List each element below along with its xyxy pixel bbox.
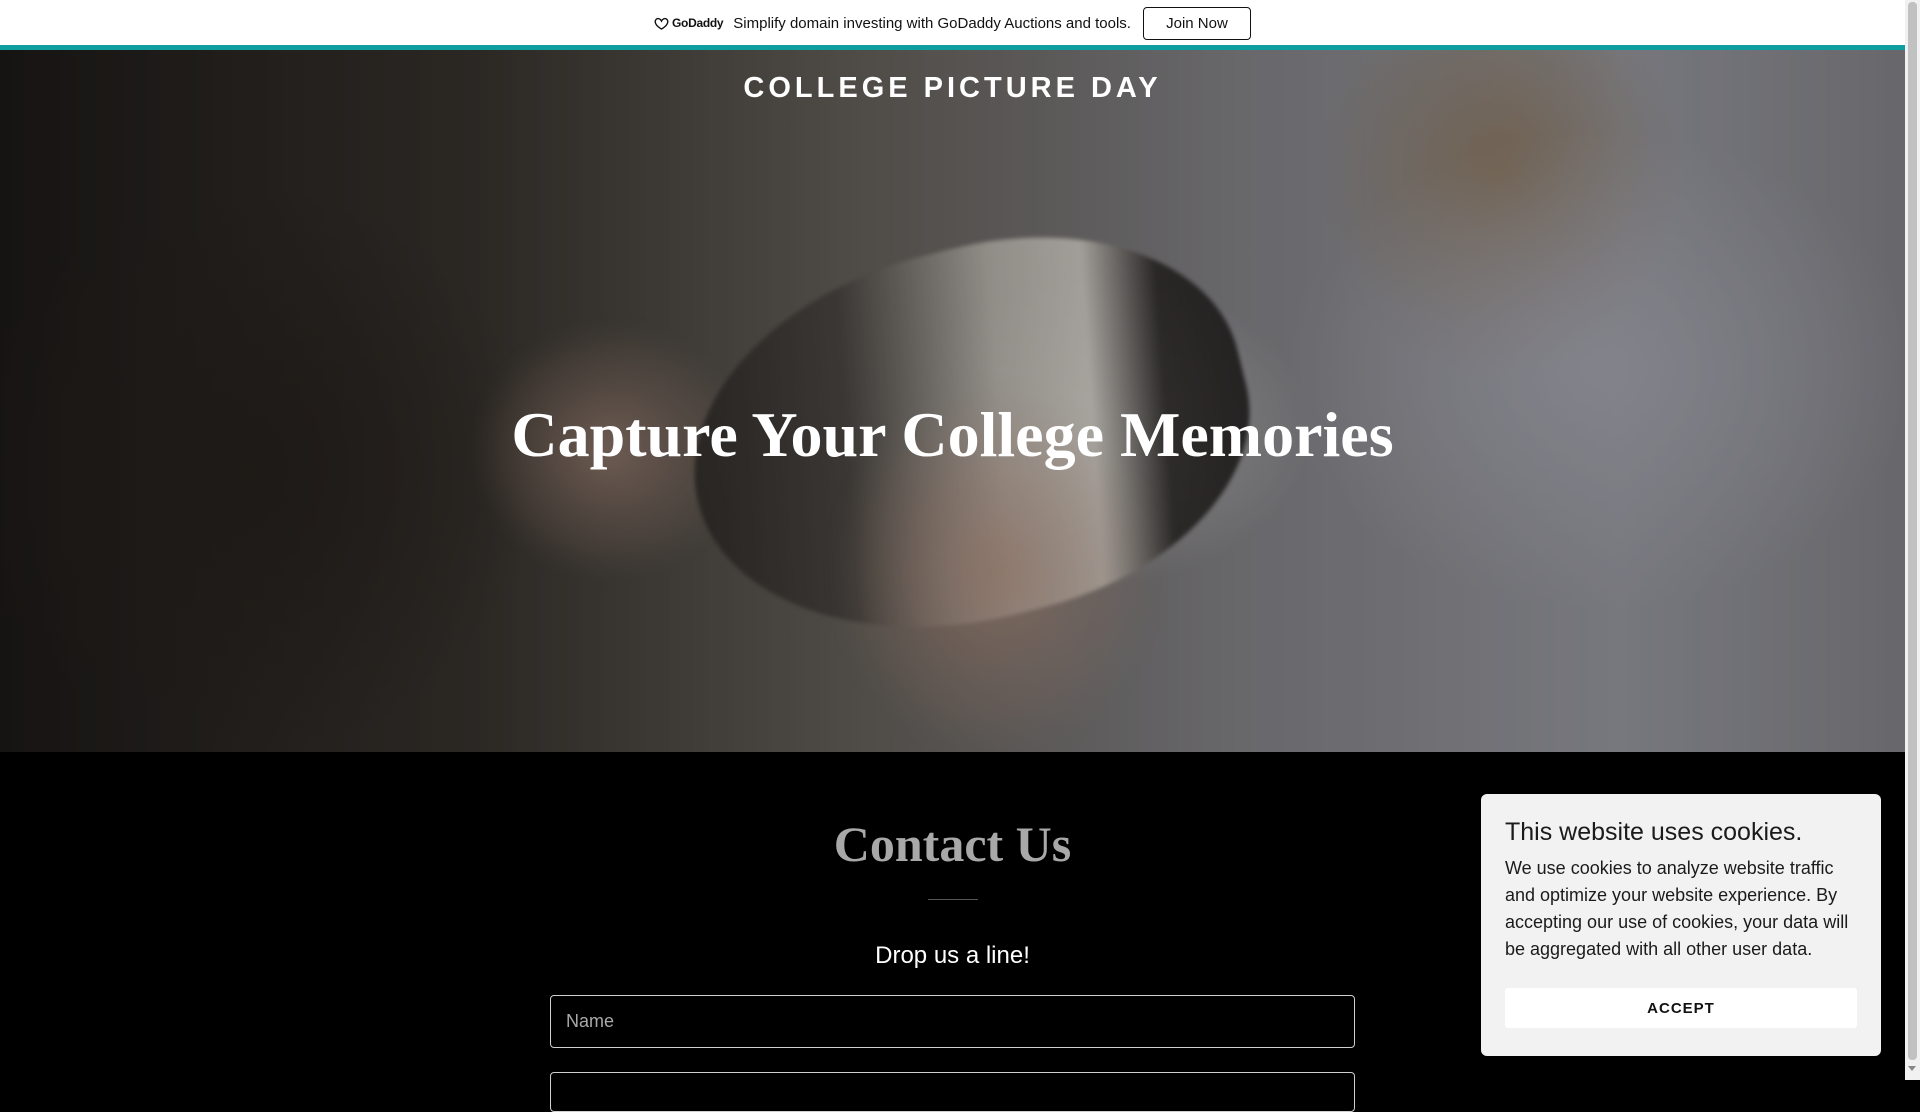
name-input[interactable] — [550, 995, 1355, 1048]
godaddy-logo-text: GoDaddy — [672, 16, 724, 30]
cookie-accept-button[interactable]: ACCEPT — [1505, 988, 1857, 1028]
godaddy-logo[interactable]: GoDaddy — [654, 16, 724, 30]
page-scrollbar[interactable] — [1905, 0, 1920, 1080]
hero-headline: Capture Your College Memories — [511, 399, 1394, 470]
godaddy-logo-icon — [654, 17, 669, 30]
scrollbar-thumb[interactable] — [1908, 2, 1917, 1060]
site-title[interactable]: COLLEGE PICTURE DAY — [0, 72, 1905, 105]
cookie-title: This website uses cookies. — [1505, 818, 1803, 846]
contact-divider — [928, 899, 978, 900]
scroll-down-arrow-icon[interactable] — [1908, 1066, 1916, 1071]
promo-bar: GoDaddy Simplify domain investing with G… — [0, 0, 1905, 46]
cookie-text: We use cookies to analyze website traffi… — [1505, 858, 1849, 959]
promo-message: Simplify domain investing with GoDaddy A… — [733, 14, 1131, 32]
join-now-button[interactable]: Join Now — [1142, 6, 1251, 40]
cookie-banner: This website uses cookies. We use cookie… — [1481, 794, 1881, 1056]
email-input[interactable] — [550, 1072, 1355, 1112]
